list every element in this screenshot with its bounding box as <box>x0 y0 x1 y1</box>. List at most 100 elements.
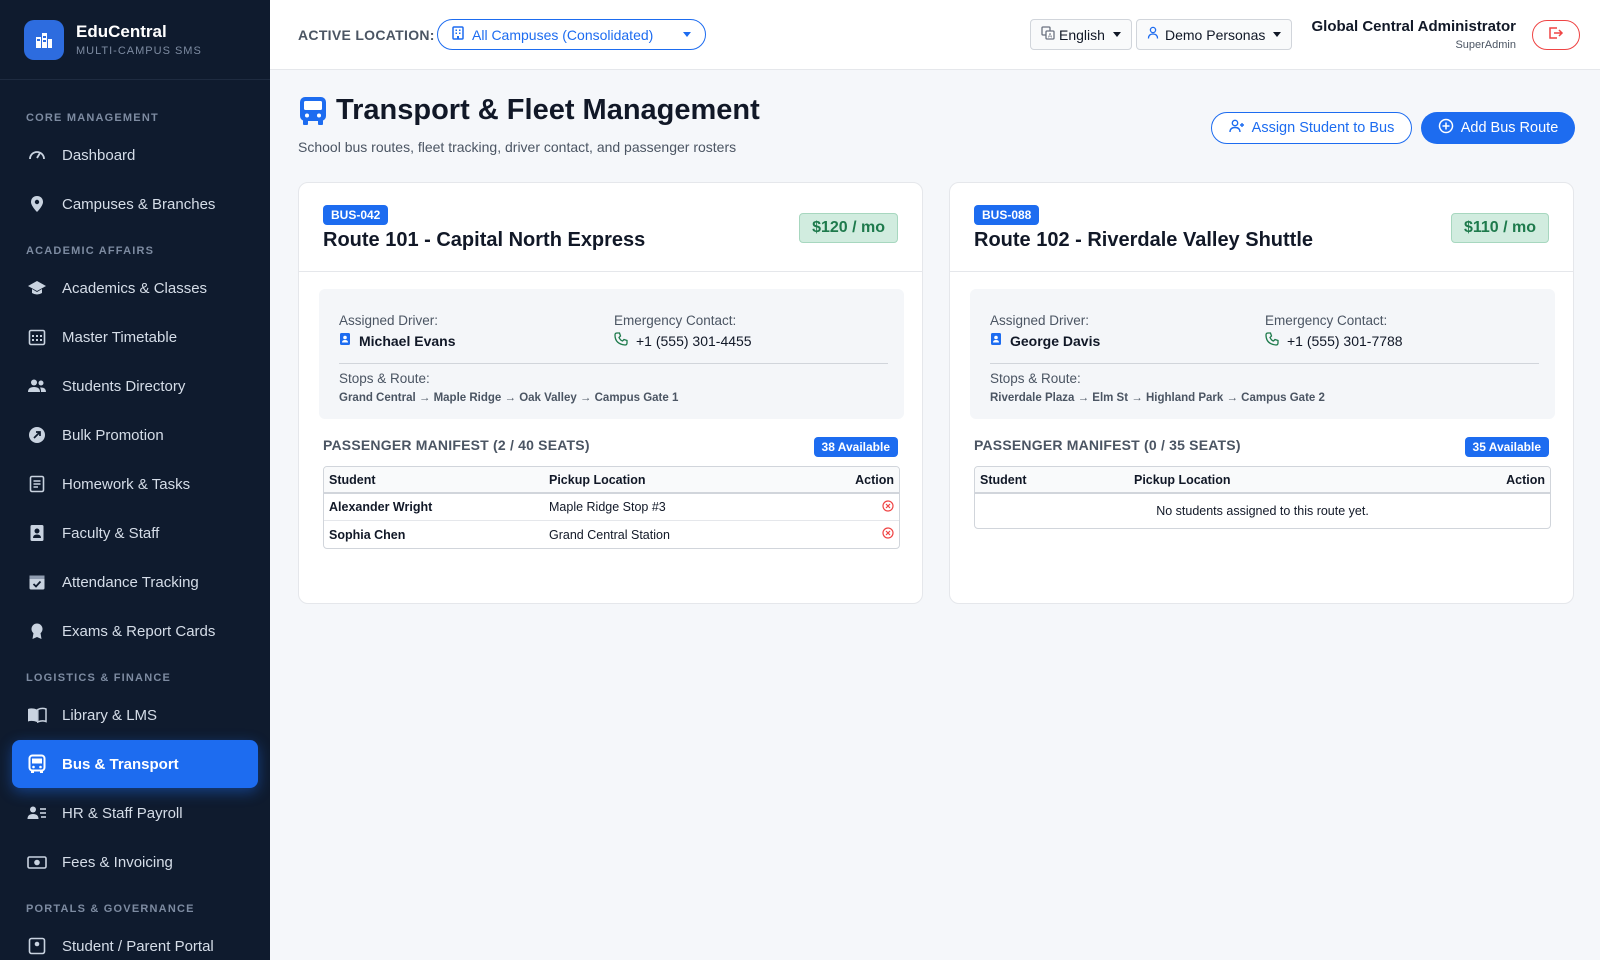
route-name: Route 102 - Riverdale Valley Shuttle <box>974 229 1314 251</box>
bus-id-badge: BUS-042 <box>323 205 389 225</box>
stops-label: Stops & Route: <box>339 371 430 386</box>
table-row: No students assigned to this route yet. <box>975 494 1550 528</box>
sidebar-item-transport[interactable]: Bus & Transport <box>12 740 258 788</box>
route-fee-badge: $110 / mo <box>1450 213 1549 243</box>
sidebar-item-exams[interactable]: Exams & Report Cards <box>12 607 258 655</box>
sidebar-item-dashboard[interactable]: Dashboard <box>12 131 258 179</box>
dashboard-icon <box>26 144 48 166</box>
sidebar-item-timetable[interactable]: Master Timetable <box>12 313 258 361</box>
sidebar-item-faculty[interactable]: Faculty & Staff <box>12 509 258 557</box>
pickup-location: Maple Ridge Stop #3 <box>544 494 803 521</box>
sidebar-item-label: Dashboard <box>62 146 136 164</box>
app-subtitle: MULTI-CAMPUS SMS <box>76 45 202 57</box>
remove-circle-icon[interactable] <box>882 499 894 515</box>
sidebar-item-label: Students Directory <box>62 377 186 395</box>
contact-value[interactable]: +1 (555) 301-7788 <box>1265 332 1403 349</box>
remove-passenger-button[interactable] <box>802 521 899 548</box>
calendar-check-icon <box>26 571 48 593</box>
award-icon <box>26 620 48 642</box>
sidebar-item-label: Library & LMS <box>62 706 158 724</box>
remove-passenger-button[interactable] <box>802 494 899 521</box>
divider <box>990 363 1539 364</box>
sidebar-item-label: Attendance Tracking <box>62 573 199 591</box>
driver-name: Michael Evans <box>359 332 456 349</box>
driver-name: George Davis <box>1010 332 1101 349</box>
nav-section-title: ACADEMIC AFFAIRS <box>26 245 155 257</box>
sidebar-item-label: Homework & Tasks <box>62 475 191 493</box>
bus-icon <box>298 95 328 127</box>
personas-select[interactable]: Demo Personas <box>1136 19 1293 50</box>
page-title: Transport & Fleet Management <box>298 94 760 127</box>
chevron-down-icon <box>1112 32 1121 37</box>
map-pin-icon <box>26 193 48 215</box>
document-list-icon <box>26 473 48 495</box>
assign-student-button[interactable]: Assign Student to Bus <box>1211 112 1412 144</box>
sidebar-item-portal[interactable]: Student / Parent Portal <box>12 922 258 960</box>
stops-label: Stops & Route: <box>990 371 1081 386</box>
stops-route: Riverdale Plaza → Elm St → Highland Park… <box>990 392 1325 404</box>
user-switch-icon <box>1147 26 1161 43</box>
column-header: Student <box>324 467 544 494</box>
sidebar-item-label: Faculty & Staff <box>62 524 160 542</box>
add-bus-route-label: Add Bus Route <box>1460 120 1559 136</box>
contact-label: Emergency Contact: <box>614 313 737 328</box>
people-icon <box>26 375 48 397</box>
driver-badge-icon <box>990 332 1010 349</box>
route-card-header: BUS-042 Route 101 - Capital North Expres… <box>299 183 922 272</box>
arrow-up-right-icon <box>26 424 48 446</box>
passenger-table: Student Pickup Location Action Alexander… <box>323 466 900 549</box>
manifest-title: PASSENGER MANIFEST (0 / 35 SEATS) <box>974 437 1241 453</box>
sidebar-item-library[interactable]: Library & LMS <box>12 691 258 739</box>
user-role: SuperAdmin <box>1455 39 1516 51</box>
location-value: All Campuses (Consolidated) <box>472 26 654 43</box>
add-bus-route-button[interactable]: Add Bus Route <box>1421 112 1575 144</box>
calendar-grid-icon <box>26 326 48 348</box>
brand[interactable]: EduCentral MULTI-CAMPUS SMS <box>0 0 270 80</box>
nav-section-title: CORE MANAGEMENT <box>26 112 159 124</box>
bus-id-badge: BUS-088 <box>974 205 1040 225</box>
logout-button[interactable] <box>1532 20 1580 50</box>
sidebar-item-label: Master Timetable <box>62 328 178 346</box>
remove-circle-icon[interactable] <box>882 527 894 542</box>
table-header-row: Student Pickup Location Action <box>324 467 899 494</box>
sidebar-item-homework[interactable]: Homework & Tasks <box>12 460 258 508</box>
personas-value: Demo Personas <box>1165 26 1266 43</box>
page-subtitle: School bus routes, fleet tracking, drive… <box>298 139 737 155</box>
sidebar-item-label: Bus & Transport <box>62 755 179 773</box>
contact-value[interactable]: +1 (555) 301-4455 <box>614 332 752 349</box>
sidebar: EduCentral MULTI-CAMPUS SMS CORE MANAGEM… <box>0 0 270 960</box>
column-header: Pickup Location <box>1129 467 1418 494</box>
sidebar-item-label: Exams & Report Cards <box>62 622 216 640</box>
column-header: Action <box>802 467 899 494</box>
student-name: Alexander Wright <box>324 494 544 521</box>
route-name: Route 101 - Capital North Express <box>323 229 646 251</box>
table-header-row: Student Pickup Location Action <box>975 467 1550 494</box>
book-icon <box>26 704 48 726</box>
sidebar-item-fees[interactable]: Fees & Invoicing <box>12 838 258 886</box>
language-select[interactable]: A English <box>1030 19 1132 50</box>
column-header: Student <box>975 467 1129 494</box>
sidebar-item-label: Campuses & Branches <box>62 195 216 213</box>
nav-section-title: LOGISTICS & FINANCE <box>26 672 172 684</box>
sidebar-item-students[interactable]: Students Directory <box>12 362 258 410</box>
seats-available-badge: 38 Available <box>813 437 898 457</box>
sidebar-item-attendance[interactable]: Attendance Tracking <box>12 558 258 606</box>
building-icon <box>452 26 464 43</box>
sidebar-item-payroll[interactable]: HR & Staff Payroll <box>12 789 258 837</box>
location-select[interactable]: All Campuses (Consolidated) <box>437 19 706 50</box>
route-fee-badge: $120 / mo <box>799 213 898 243</box>
sidebar-item-campuses[interactable]: Campuses & Branches <box>12 180 258 228</box>
page-title-text: Transport & Fleet Management <box>336 94 760 126</box>
nav-section-title: PORTALS & GOVERNANCE <box>26 903 195 915</box>
app-name: EduCentral <box>76 22 167 41</box>
route-card: BUS-042 Route 101 - Capital North Expres… <box>298 182 923 604</box>
sidebar-item-academics[interactable]: Academics & Classes <box>12 264 258 312</box>
column-header: Pickup Location <box>544 467 803 494</box>
topbar: ACTIVE LOCATION: All Campuses (Consolida… <box>270 0 1600 70</box>
route-card-header: BUS-088 Route 102 - Riverdale Valley Shu… <box>950 183 1573 272</box>
chevron-down-icon <box>683 32 691 37</box>
portal-icon <box>26 935 48 957</box>
sidebar-item-label: Academics & Classes <box>62 279 208 297</box>
sidebar-item-promotion[interactable]: Bulk Promotion <box>12 411 258 459</box>
sidebar-item-label: Bulk Promotion <box>62 426 164 444</box>
